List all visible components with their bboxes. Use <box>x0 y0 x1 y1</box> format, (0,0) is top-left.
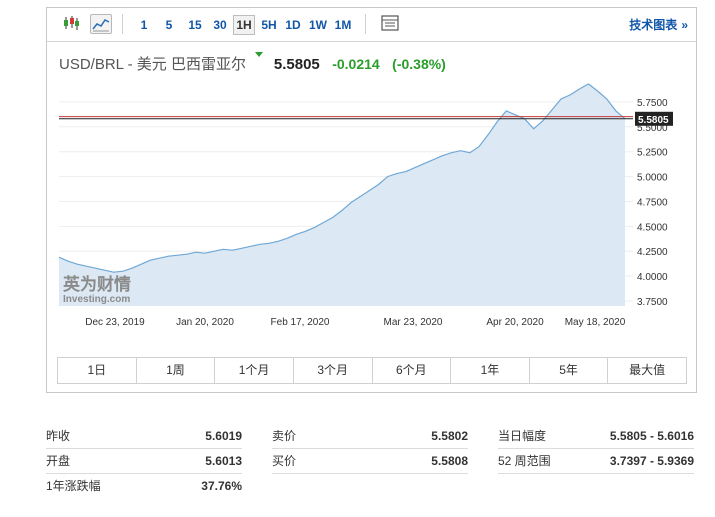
x-tick-label: May 18, 2020 <box>565 317 626 328</box>
timeframe-30[interactable]: 30 <box>211 15 229 35</box>
timeframe-1[interactable]: 1 <box>138 15 150 35</box>
range-max[interactable]: 最大值 <box>608 358 686 383</box>
stat-bid: 卖价 5.5802 <box>272 424 468 449</box>
price-change-percent: (-0.38%) <box>392 56 446 72</box>
price-change: -0.0214 <box>332 56 380 72</box>
x-tick-label: Mar 23, 2020 <box>384 317 443 328</box>
line-chart-icon[interactable] <box>90 14 112 34</box>
range-6m[interactable]: 6个月 <box>373 358 452 383</box>
y-tick-label: 5.0000 <box>637 173 668 184</box>
last-price: 5.5805 <box>273 56 320 73</box>
stat-value: 5.5808 <box>431 454 468 468</box>
stat-label: 昨收 <box>46 429 71 443</box>
x-tick-label: Apr 20, 2020 <box>486 317 544 328</box>
stat-open: 开盘 5.6013 <box>46 449 242 474</box>
stat-label: 买价 <box>272 454 297 468</box>
down-arrow-icon <box>255 52 264 57</box>
range-1d[interactable]: 1日 <box>58 358 137 383</box>
stat-label: 开盘 <box>46 454 71 468</box>
stat-52-week-range: 52 周范围 3.7397 - 5.9369 <box>498 449 694 474</box>
chart-widget: 1 5 15 30 1H 5H 1D 1W 1M 技术图表» USD/BRL -… <box>46 7 697 393</box>
stat-label: 卖价 <box>272 429 297 443</box>
timeframe-1h[interactable]: 1H <box>233 15 255 35</box>
investing-logo-text: Investing.com <box>63 294 130 305</box>
stat-value: 5.6019 <box>205 429 242 443</box>
stat-ask: 买价 5.5808 <box>272 449 468 474</box>
stat-prev-close: 昨收 5.6019 <box>46 424 242 449</box>
y-tick-label: 4.5000 <box>637 222 668 233</box>
range-1y[interactable]: 1年 <box>451 358 530 383</box>
candlestick-icon[interactable] <box>61 14 83 34</box>
y-tick-label: 3.7500 <box>637 297 668 308</box>
current-price-label: 5.5805 <box>638 115 669 126</box>
stat-value: 5.5802 <box>431 429 468 443</box>
toolbar-divider <box>365 14 366 34</box>
advanced-chart-link[interactable]: 技术图表» <box>629 16 688 33</box>
range-3m[interactable]: 3个月 <box>294 358 373 383</box>
stat-value: 37.76% <box>201 479 242 493</box>
quote-header: USD/BRL - 美元 巴西雷亚尔 5.5805 -0.0214 (-0.38… <box>59 52 446 73</box>
range-1m[interactable]: 1个月 <box>215 358 294 383</box>
timeframe-1w[interactable]: 1W <box>307 15 329 35</box>
stat-value: 5.5805 - 5.6016 <box>609 429 694 443</box>
stat-label: 当日幅度 <box>498 429 547 443</box>
stat-day-range: 当日幅度 5.5805 - 5.6016 <box>498 424 694 449</box>
timeframe-1m[interactable]: 1M <box>332 15 354 35</box>
y-tick-label: 5.2500 <box>637 148 668 159</box>
y-tick-label: 4.0000 <box>637 272 668 283</box>
range-1w[interactable]: 1周 <box>137 358 216 383</box>
y-tick-label: 4.2500 <box>637 247 668 258</box>
instrument-name: USD/BRL - 美元 巴西雷亚尔 <box>59 56 246 73</box>
table-icon[interactable] <box>380 14 402 34</box>
chevron-right-icon: » <box>681 18 688 32</box>
x-tick-label: Feb 17, 2020 <box>271 317 330 328</box>
timeframe-5[interactable]: 5 <box>163 15 175 35</box>
advanced-chart-label: 技术图表 <box>629 18 678 32</box>
investing-logo: 英为财情 <box>63 274 131 295</box>
stat-value: 5.6013 <box>205 454 242 468</box>
price-chart[interactable]: 5.75005.50005.25005.00004.75004.50004.25… <box>55 78 685 348</box>
range-5y[interactable]: 5年 <box>530 358 609 383</box>
x-tick-label: Dec 23, 2019 <box>85 317 145 328</box>
stat-label: 52 周范围 <box>498 454 551 468</box>
timeframe-5h[interactable]: 5H <box>259 15 279 35</box>
stat-one-year-change: 1年涨跌幅 37.76% <box>46 474 242 499</box>
timeframe-1d[interactable]: 1D <box>283 15 303 35</box>
chart-toolbar: 1 5 15 30 1H 5H 1D 1W 1M 技术图表» <box>47 8 696 42</box>
stat-value: 3.7397 - 5.9369 <box>609 454 694 468</box>
y-tick-label: 5.7500 <box>637 98 668 109</box>
timeframe-15[interactable]: 15 <box>186 15 204 35</box>
x-tick-label: Jan 20, 2020 <box>176 317 234 328</box>
toolbar-divider <box>122 14 123 34</box>
stat-label: 1年涨跌幅 <box>46 479 101 493</box>
y-tick-label: 4.7500 <box>637 197 668 208</box>
range-selector: 1日 1周 1个月 3个月 6个月 1年 5年 最大值 <box>57 357 687 384</box>
